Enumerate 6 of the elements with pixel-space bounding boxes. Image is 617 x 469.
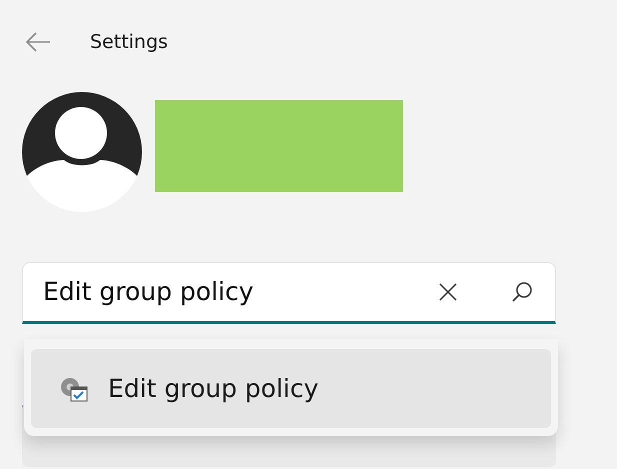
search-field[interactable]: Edit group policy xyxy=(43,262,411,320)
close-icon xyxy=(438,282,458,302)
search-box[interactable]: Edit group policy xyxy=(22,262,556,324)
search-icon xyxy=(511,280,533,302)
window-title: Settings xyxy=(90,30,168,55)
suggestion-item[interactable]: Edit group policy xyxy=(31,349,551,428)
